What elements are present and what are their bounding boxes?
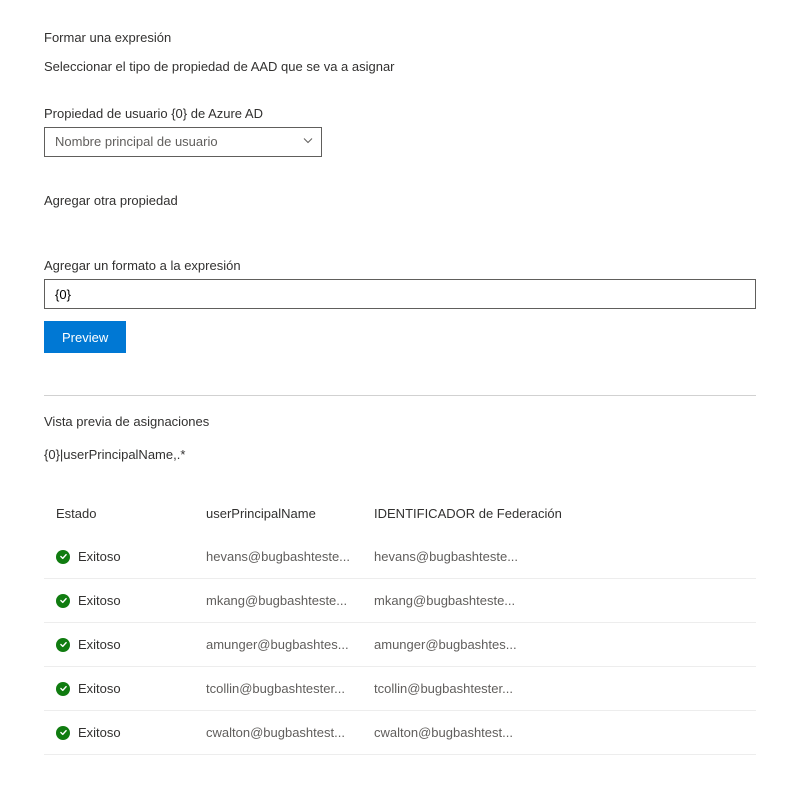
status-label: Exitoso (78, 593, 121, 608)
column-header-federation: IDENTIFICADOR de Federación (362, 496, 756, 535)
upn-cell: cwalton@bugbashtest... (194, 711, 362, 755)
status-cell: Exitoso (44, 711, 194, 755)
federation-id-cell: hevans@bugbashteste... (362, 535, 756, 579)
column-header-status: Estado (44, 496, 194, 535)
format-input[interactable] (44, 279, 756, 309)
federation-id-cell: cwalton@bugbashtest... (362, 711, 756, 755)
table-row: Exitoso hevans@bugbashteste...hevans@bugb… (44, 535, 756, 579)
status-cell: Exitoso (44, 667, 194, 711)
preview-mappings-heading: Vista previa de asignaciones (44, 414, 756, 429)
expression-display: {0}|userPrincipalName,.* (44, 447, 756, 462)
federation-id-cell: tcollin@bugbashtester... (362, 667, 756, 711)
preview-table: Estado userPrincipalName IDENTIFICADOR d… (44, 496, 756, 755)
form-expression-heading: Formar una expresión (44, 30, 756, 45)
table-header-row: Estado userPrincipalName IDENTIFICADOR d… (44, 496, 756, 535)
user-property-select[interactable]: Nombre principal de usuario (44, 127, 322, 157)
status-label: Exitoso (78, 549, 121, 564)
success-check-icon (56, 594, 70, 608)
success-check-icon (56, 550, 70, 564)
federation-id-cell: mkang@bugbashteste... (362, 579, 756, 623)
table-row: Exitoso mkang@bugbashteste...mkang@bugbas… (44, 579, 756, 623)
select-aad-type-subheading: Seleccionar el tipo de propiedad de AAD … (44, 59, 756, 74)
add-property-link[interactable]: Agregar otra propiedad (44, 193, 756, 208)
user-property-selected-value[interactable]: Nombre principal de usuario (44, 127, 322, 157)
table-row: Exitoso tcollin@bugbashtester...tcollin@b… (44, 667, 756, 711)
status-cell: Exitoso (44, 579, 194, 623)
success-check-icon (56, 726, 70, 740)
success-check-icon (56, 638, 70, 652)
status-label: Exitoso (78, 637, 121, 652)
upn-cell: hevans@bugbashteste... (194, 535, 362, 579)
success-check-icon (56, 682, 70, 696)
status-cell: Exitoso (44, 623, 194, 667)
user-property-label: Propiedad de usuario {0} de Azure AD (44, 106, 756, 121)
table-row: Exitoso cwalton@bugbashtest...cwalton@bug… (44, 711, 756, 755)
table-row: Exitoso amunger@bugbashtes...amunger@bugb… (44, 623, 756, 667)
format-label: Agregar un formato a la expresión (44, 258, 756, 273)
upn-cell: mkang@bugbashteste... (194, 579, 362, 623)
federation-id-cell: amunger@bugbashtes... (362, 623, 756, 667)
section-divider (44, 395, 756, 396)
status-cell: Exitoso (44, 535, 194, 579)
column-header-upn: userPrincipalName (194, 496, 362, 535)
status-label: Exitoso (78, 681, 121, 696)
upn-cell: tcollin@bugbashtester... (194, 667, 362, 711)
preview-button[interactable]: Preview (44, 321, 126, 353)
upn-cell: amunger@bugbashtes... (194, 623, 362, 667)
status-label: Exitoso (78, 725, 121, 740)
